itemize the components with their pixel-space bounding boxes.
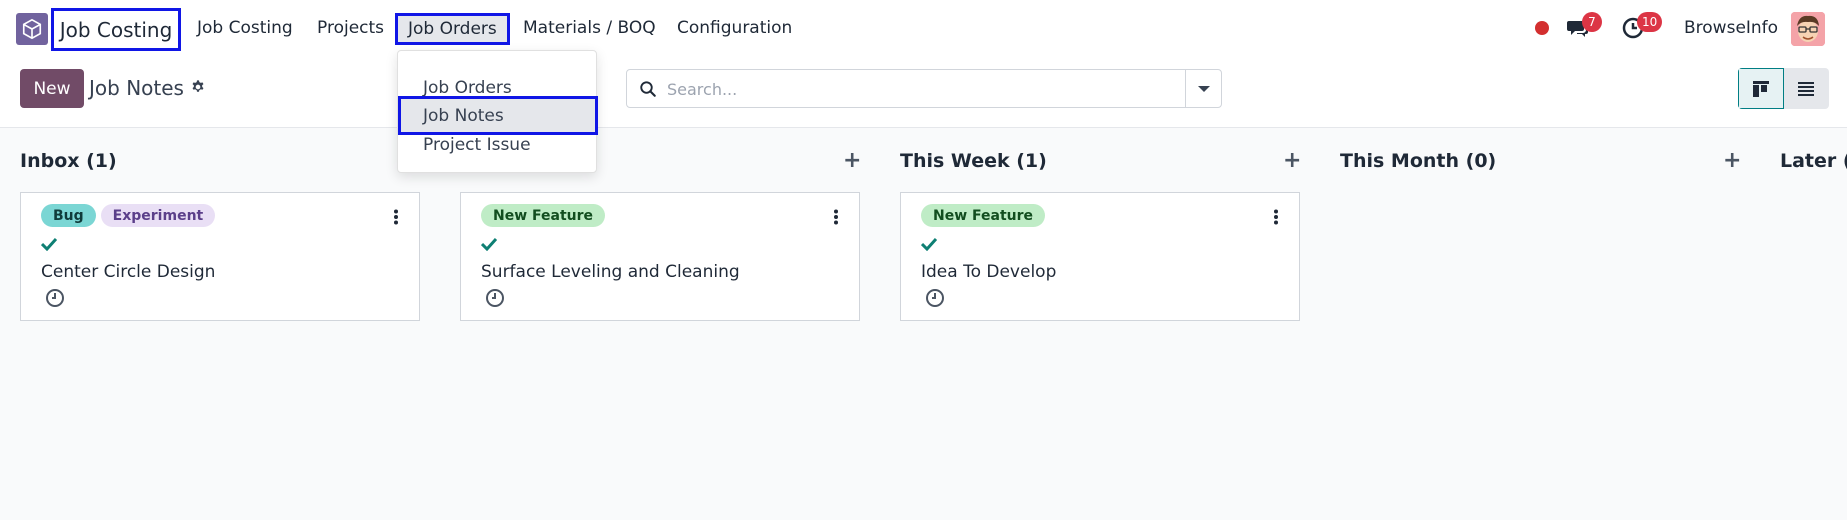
kanban-card[interactable]: New Feature Idea To Develop bbox=[900, 192, 1300, 321]
column-title-this-week[interactable]: This Week (1) bbox=[900, 150, 1047, 172]
messages-badge: 7 bbox=[1582, 12, 1602, 32]
app-menu-icon[interactable] bbox=[16, 13, 48, 45]
search-icon bbox=[639, 80, 657, 102]
column-add-icon[interactable]: + bbox=[843, 148, 861, 173]
page-title: Job Notes bbox=[89, 76, 184, 100]
tag-bug: Bug bbox=[41, 204, 96, 227]
activity-clock-icon[interactable] bbox=[45, 288, 65, 312]
search-options-toggle[interactable] bbox=[1185, 70, 1221, 107]
menu-materials-boq[interactable]: Materials / BOQ bbox=[523, 18, 656, 38]
column-add-icon[interactable]: + bbox=[1283, 148, 1301, 173]
view-switcher bbox=[1738, 68, 1829, 109]
card-title: Surface Leveling and Cleaning bbox=[481, 262, 740, 282]
company-name[interactable]: BrowseInfo bbox=[1684, 18, 1778, 38]
search-input[interactable]: Search... bbox=[667, 80, 737, 99]
dropdown-item-project-issue[interactable]: Project Issue bbox=[398, 130, 596, 160]
kanban-card[interactable]: Bug Experiment Center Circle Design bbox=[20, 192, 420, 321]
search-bar[interactable]: Search... bbox=[626, 69, 1222, 108]
top-navbar: Job Costing Job Costing Projects Job Ord… bbox=[0, 0, 1847, 57]
list-view-button[interactable] bbox=[1783, 68, 1829, 109]
activities-badge: 10 bbox=[1637, 12, 1663, 32]
card-menu-icon[interactable] bbox=[393, 209, 399, 229]
menu-configuration[interactable]: Configuration bbox=[677, 18, 792, 38]
caret-down-icon bbox=[1197, 85, 1210, 92]
card-title: Center Circle Design bbox=[41, 262, 216, 282]
card-tags: Bug Experiment bbox=[41, 204, 216, 227]
tag-experiment: Experiment bbox=[100, 204, 216, 227]
kanban-card[interactable]: New Feature Surface Leveling and Cleanin… bbox=[460, 192, 860, 321]
job-orders-dropdown: Job Orders Job Notes Project Issue bbox=[397, 50, 598, 173]
gear-icon[interactable] bbox=[190, 76, 206, 100]
kanban-view-button[interactable] bbox=[1738, 68, 1784, 109]
control-panel: New Job Notes Search... bbox=[0, 57, 1847, 128]
check-icon[interactable] bbox=[920, 236, 938, 255]
card-title: Idea To Develop bbox=[921, 262, 1057, 282]
menu-job-costing[interactable]: Job Costing bbox=[197, 18, 293, 38]
card-menu-icon[interactable] bbox=[1273, 209, 1279, 229]
column-title-this-month[interactable]: This Month (0) bbox=[1340, 150, 1496, 172]
app-name[interactable]: Job Costing bbox=[51, 8, 181, 51]
tag-new-feature: New Feature bbox=[481, 204, 606, 227]
card-tags: New Feature bbox=[481, 204, 606, 227]
menu-projects[interactable]: Projects bbox=[317, 18, 384, 38]
breadcrumb: Job Notes bbox=[89, 76, 206, 100]
card-tags: New Feature bbox=[921, 204, 1046, 227]
check-icon[interactable] bbox=[480, 236, 498, 255]
column-title-inbox[interactable]: Inbox (1) bbox=[20, 150, 117, 172]
kanban-icon bbox=[1752, 80, 1769, 97]
list-icon bbox=[1798, 81, 1815, 96]
user-avatar[interactable] bbox=[1791, 12, 1825, 46]
status-indicator[interactable] bbox=[1535, 21, 1549, 35]
menu-job-orders[interactable]: Job Orders bbox=[395, 13, 510, 45]
card-menu-icon[interactable] bbox=[833, 209, 839, 229]
activity-clock-icon[interactable] bbox=[925, 288, 945, 312]
new-button[interactable]: New bbox=[20, 69, 84, 108]
tag-new-feature: New Feature bbox=[921, 204, 1046, 227]
check-icon[interactable] bbox=[40, 236, 58, 255]
column-title-later[interactable]: Later (0) bbox=[1780, 150, 1847, 172]
column-add-icon[interactable]: + bbox=[1723, 148, 1741, 173]
activity-clock-icon[interactable] bbox=[485, 288, 505, 312]
